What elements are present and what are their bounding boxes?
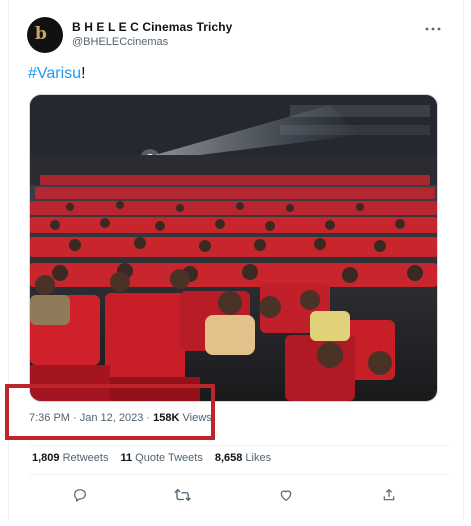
reply-icon[interactable] (69, 484, 91, 506)
quotes-label: Quote Tweets (135, 452, 203, 464)
avatar[interactable]: b (27, 17, 63, 53)
tweet-card: b B H E L E C Cinemas Trichy @BHELECcine… (8, 0, 464, 520)
tweet-photo[interactable] (29, 94, 438, 402)
tweet-stats: 1,809 Retweets 11 Quote Tweets 8,658 Lik… (32, 452, 271, 464)
retweets-stat[interactable]: 1,809 Retweets (32, 452, 108, 464)
quote-tweets-stat[interactable]: 11 Quote Tweets (120, 452, 202, 464)
likes-label: Likes (245, 452, 272, 464)
hashtag-link[interactable]: #Varisu (28, 65, 81, 82)
more-dots-icon[interactable] (425, 20, 441, 35)
retweet-icon[interactable] (172, 484, 194, 506)
divider (29, 474, 449, 475)
retweets-count: 1,809 (32, 452, 60, 464)
divider (29, 445, 449, 446)
likes-stat[interactable]: 8,658 Likes (215, 452, 271, 464)
account-handle[interactable]: @BHELECcinemas (72, 36, 168, 48)
avatar-logo-letter: b (35, 23, 47, 44)
quotes-count: 11 (120, 452, 133, 464)
highlight-box (5, 384, 215, 440)
like-icon[interactable] (275, 484, 297, 506)
tweet-text: #Varisu! (28, 65, 86, 83)
account-name[interactable]: B H E L E C Cinemas Trichy (72, 20, 232, 34)
tweet-text-suffix: ! (81, 65, 86, 82)
likes-count: 8,658 (214, 452, 243, 464)
action-bar (29, 484, 449, 506)
retweets-label: Retweets (62, 452, 109, 464)
share-icon[interactable] (378, 484, 400, 506)
